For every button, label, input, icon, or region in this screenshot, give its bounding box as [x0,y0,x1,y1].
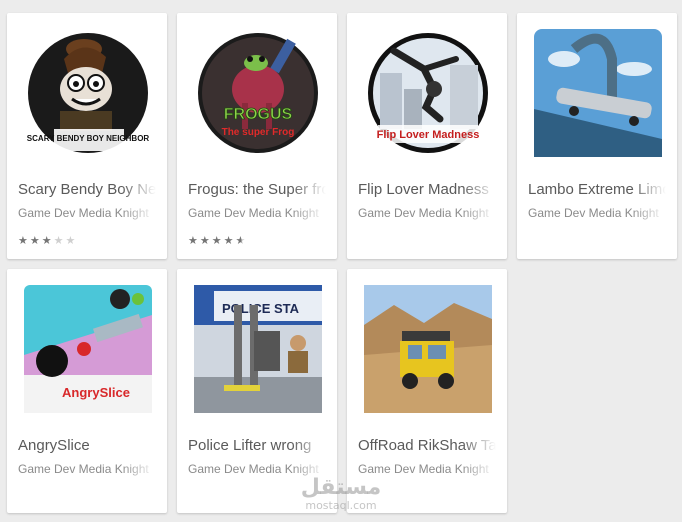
app-card-flip-lover[interactable]: Flip Lover Madness Flip Lover Madness Ga… [347,13,507,259]
app-title[interactable]: Flip Lover Madness [358,181,496,198]
cartoon-boy-icon[interactable]: SCARY BENDY BOY NEIGHBOR [24,29,152,157]
icon-caption: POLICE STA [222,301,300,316]
app-title[interactable]: OffRoad RikShaw Taxi [358,437,496,454]
developer-name[interactable]: Game Dev Media Knight [358,206,496,220]
developer-name[interactable]: Game Dev Media Knight [188,462,326,476]
frog-icon[interactable]: FROGUS The super Frog [194,29,322,157]
icon-caption: FROGUS [224,106,293,123]
rating-stars: ★★★★★ [188,235,248,247]
bomb-slice-icon[interactable]: AngrySlice [24,285,152,413]
app-title[interactable]: Lambo Extreme Limo [528,181,666,198]
developer-name[interactable]: Game Dev Media Knight [188,206,326,220]
limo-stunt-icon[interactable] [534,29,662,157]
app-title[interactable]: Police Lifter wrong [188,437,326,454]
icon-caption: AngrySlice [62,385,130,400]
rickshaw-icon[interactable] [364,285,492,413]
app-title[interactable]: Scary Bendy Boy Neighbor [18,181,156,198]
app-title[interactable]: AngrySlice [18,437,156,454]
icon-caption: Flip Lover Madness [377,129,480,141]
app-title[interactable]: Frogus: the Super frog [188,181,326,198]
developer-name[interactable]: Game Dev Media Knight [528,206,666,220]
developer-name[interactable]: Game Dev Media Knight [18,206,156,220]
flip-character-icon[interactable]: Flip Lover Madness [364,29,492,157]
app-card-frogus[interactable]: FROGUS The super Frog Frogus: the Super … [177,13,337,259]
developer-name[interactable]: Game Dev Media Knight [18,462,156,476]
icon-caption: SCARY BENDY BOY NEIGHBOR [27,134,150,143]
watermark-arabic: مستقل [300,475,382,500]
watermark-latin: mostaql.com [305,499,377,512]
icon-subcaption: The super Frog [222,127,295,138]
watermark: مستقل mostaql.com [296,476,386,512]
app-card-angryslice[interactable]: AngrySlice AngrySlice Game Dev Media Kni… [7,269,167,513]
app-card-lambo-limo[interactable]: Lambo Extreme Limo Game Dev Media Knight [517,13,677,259]
developer-name[interactable]: Game Dev Media Knight [358,462,496,476]
forklift-icon[interactable]: POLICE STA [194,285,322,413]
app-card-scary-bendy-boy[interactable]: SCARY BENDY BOY NEIGHBOR Scary Bendy Boy… [7,13,167,259]
rating-stars: ★★★★★ [18,235,78,247]
